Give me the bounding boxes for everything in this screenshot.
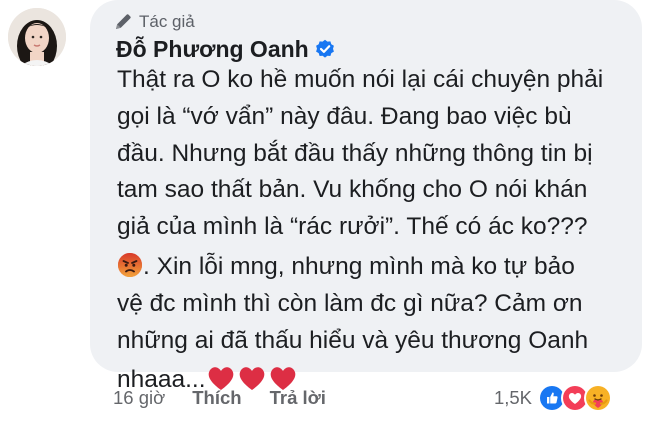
- reaction-icons[interactable]: [538, 384, 612, 412]
- author-row: Đỗ Phương Oanh: [116, 34, 335, 64]
- comment-text: Thật ra O ko hề muốn nói lại cái chuyện …: [117, 62, 632, 399]
- comment-line: giả của mình là “rác rưởi”. Thế có ác ko…: [117, 213, 588, 241]
- care-reaction-icon: [584, 384, 612, 412]
- pen-icon: [113, 12, 133, 32]
- reply-button[interactable]: Trả lời: [270, 387, 326, 409]
- reaction-count[interactable]: 1,5K: [494, 387, 532, 409]
- comment-line-text: . Xin lỗi mng, nhưng mình mà ko tự bảo: [143, 252, 575, 280]
- comment-line: những ai đã thấu hiểu và yêu thương Oanh: [117, 326, 589, 354]
- author-name[interactable]: Đỗ Phương Oanh: [116, 36, 309, 63]
- comment-line: vệ đc mình thì còn làm đc gì nữa? Cảm ơn: [117, 289, 583, 317]
- comment-line: gọi là “vớ vẩn” này đâu. Đang bao việc b…: [117, 102, 572, 130]
- angry-face-icon: [118, 252, 142, 277]
- comment-actions: 16 giờ Thích Trả lời: [113, 384, 326, 412]
- avatar[interactable]: [8, 8, 66, 66]
- comment-line: tam sao thất bản. Vu khống cho O nói khá…: [117, 176, 588, 204]
- comment-timestamp[interactable]: 16 giờ: [113, 387, 165, 409]
- like-button[interactable]: Thích: [192, 387, 241, 409]
- comment-line: Thật ra O ko hề muốn nói lại cái chuyện …: [117, 66, 604, 93]
- comment-line: đầu. Nhưng bắt đầu thấy những thông tin …: [117, 139, 593, 167]
- author-badge: Tác giả: [113, 8, 195, 36]
- comment-line: . Xin lỗi mng, nhưng mình mà ko tự bảo: [117, 249, 632, 286]
- verified-badge-icon: [315, 39, 334, 58]
- reactions-summary[interactable]: 1,5K: [494, 383, 612, 413]
- author-badge-label: Tác giả: [139, 12, 195, 31]
